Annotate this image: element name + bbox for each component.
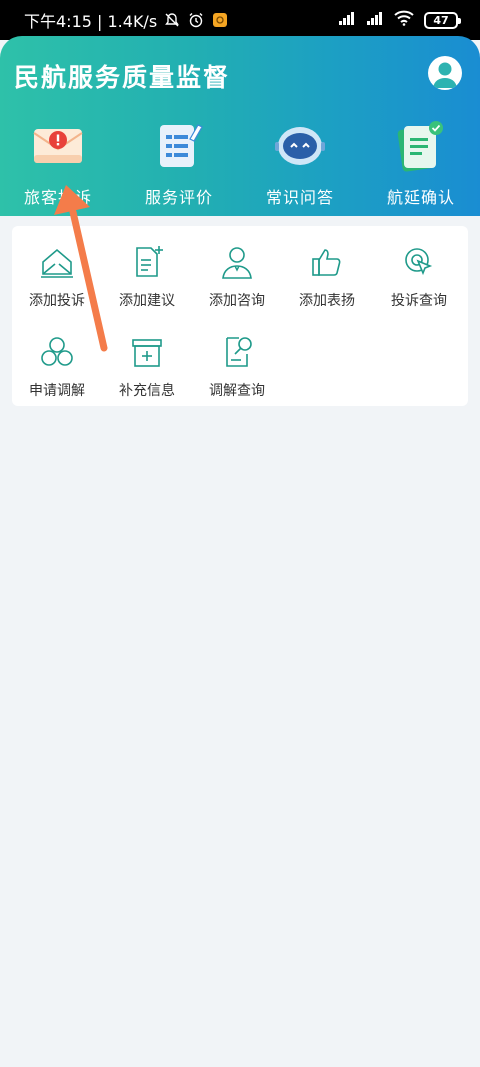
entry-label: 服务评价 — [144, 188, 213, 207]
entry-service-review[interactable]: 服务评价 — [124, 116, 234, 208]
doc-search-icon — [217, 332, 257, 372]
grid-item-add-suggestion[interactable]: 添加建议 — [102, 242, 192, 310]
doc-add-icon — [127, 242, 167, 282]
grid-item-label: 投诉查询 — [391, 293, 447, 309]
complaint-envelope-icon — [28, 116, 88, 176]
entry-label: 旅客投诉 — [23, 188, 92, 207]
search-cursor-icon — [399, 242, 439, 282]
avatar[interactable] — [428, 56, 462, 90]
mute-bell-icon — [163, 11, 181, 29]
grid-item-label: 调解查询 — [209, 383, 265, 399]
grid-item-label: 添加咨询 — [209, 293, 265, 309]
thumbs-up-icon — [307, 242, 347, 282]
grid-item-add-praise[interactable]: 添加表扬 — [282, 242, 372, 310]
status-bar: 下午4:15 | 1.4K/s 47 — [0, 0, 480, 40]
envelope-add-icon — [37, 242, 77, 282]
box-add-icon — [127, 332, 167, 372]
user-consult-icon — [217, 242, 257, 282]
page-title: 民航服务质量监督 — [14, 63, 231, 92]
app-notification-icon — [211, 11, 229, 29]
entry-label: 常识问答 — [265, 188, 334, 207]
mediation-icon — [37, 332, 77, 372]
battery-indicator: 47 — [424, 11, 461, 29]
wifi-icon — [394, 10, 414, 30]
grid-item-supplement-info[interactable]: 补充信息 — [102, 332, 192, 400]
grid-item-label: 添加投诉 — [29, 293, 85, 309]
status-time-speed: 下午4:15 | 1.4K/s — [24, 12, 158, 31]
header-banner: 民航服务质量监督 旅客投诉 服务评价 常识问答 航延确认 — [0, 36, 480, 216]
grid-item-label: 添加建议 — [119, 293, 175, 309]
function-grid-card: 添加投诉 添加建议 添加咨询 添加表扬 投诉查询 申请调解 补充信息 调解查询 — [12, 226, 468, 406]
grid-item-add-complaint[interactable]: 添加投诉 — [12, 242, 102, 310]
app-screen: 下午4:15 | 1.4K/s 47 民航服务质量监督 旅客投诉 服务评价 常识… — [0, 0, 480, 1067]
cell-signal-1-icon — [338, 10, 356, 30]
entry-delay-confirm[interactable]: 航延确认 — [366, 116, 476, 208]
delay-confirm-icon — [391, 116, 451, 176]
grid-item-add-consult[interactable]: 添加咨询 — [192, 242, 282, 310]
alarm-clock-icon — [187, 11, 205, 29]
entry-label: 航延确认 — [386, 188, 455, 207]
grid-item-mediation-query[interactable]: 调解查询 — [192, 332, 282, 400]
entry-passenger-complaint[interactable]: 旅客投诉 — [3, 116, 113, 208]
grid-item-complaint-query[interactable]: 投诉查询 — [374, 242, 464, 310]
robot-qa-icon — [270, 116, 330, 176]
cell-signal-2-icon — [366, 10, 384, 30]
entry-common-qa[interactable]: 常识问答 — [245, 116, 355, 208]
grid-item-apply-mediation[interactable]: 申请调解 — [12, 332, 102, 400]
grid-item-label: 添加表扬 — [299, 293, 355, 309]
service-review-icon — [149, 116, 209, 176]
grid-item-label: 补充信息 — [119, 383, 175, 399]
grid-item-label: 申请调解 — [29, 383, 85, 399]
